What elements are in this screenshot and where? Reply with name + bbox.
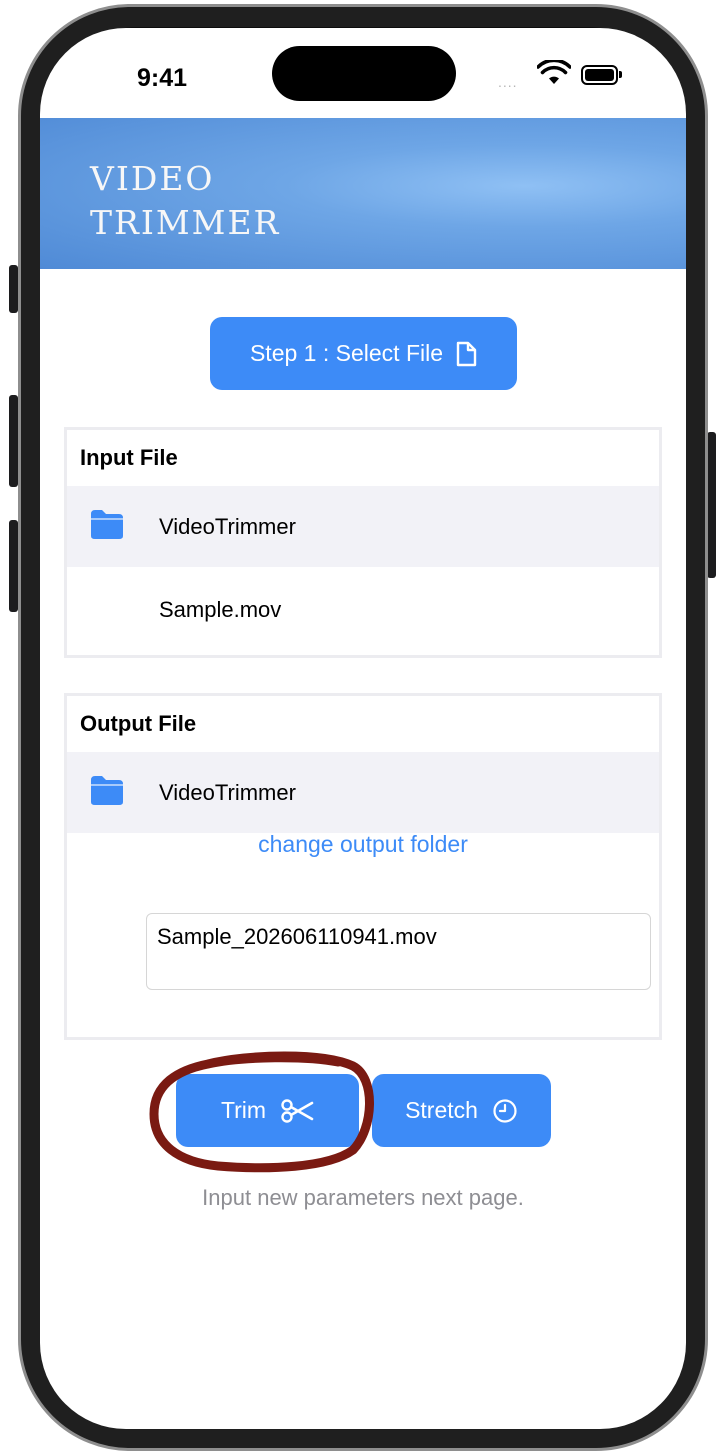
app-banner: Video Trimmer <box>40 118 686 269</box>
document-icon <box>455 341 477 367</box>
logo-line-2: Trimmer <box>90 203 281 242</box>
stretch-label: Stretch <box>405 1097 478 1123</box>
input-file-row: Sample.mov <box>67 567 659 652</box>
output-file-section: Output File VideoTrimmer change output f… <box>64 693 662 1040</box>
volume-down-button <box>9 520 18 612</box>
action-button <box>9 265 18 313</box>
trim-button[interactable]: Trim <box>176 1074 359 1147</box>
select-file-button[interactable]: Step 1 : Select File <box>210 317 517 390</box>
input-file-section: Input File VideoTrimmer Sample.mov <box>64 427 662 658</box>
power-button <box>707 432 716 578</box>
select-file-label: Step 1 : Select File <box>249 340 444 366</box>
clock-icon <box>492 1098 518 1124</box>
trim-label: Trim <box>220 1097 267 1123</box>
dynamic-island <box>272 46 456 101</box>
output-folder-name: VideoTrimmer <box>159 779 296 805</box>
input-folder-row[interactable]: VideoTrimmer <box>67 486 659 567</box>
stretch-button[interactable]: Stretch <box>372 1074 551 1147</box>
scissors-icon <box>280 1098 314 1124</box>
hint-text: Input new parameters next page. <box>202 1185 524 1210</box>
status-bar: 9:41 .... <box>40 28 686 118</box>
output-filename-field[interactable]: Sample_202606110941.mov <box>146 913 651 990</box>
output-folder-row[interactable]: VideoTrimmer <box>67 752 659 833</box>
input-file-name: Sample.mov <box>159 596 282 622</box>
cellular-signal-icon: .... <box>498 74 518 90</box>
battery-icon <box>581 65 622 85</box>
output-file-title: Output File <box>80 711 197 736</box>
input-folder-name: VideoTrimmer <box>159 513 296 539</box>
folder-icon <box>89 508 125 545</box>
logo-line-1: Video <box>90 159 215 198</box>
input-file-title: Input File <box>80 445 178 470</box>
wifi-icon <box>536 58 572 91</box>
status-time: 9:41 <box>137 64 188 92</box>
volume-up-button <box>9 395 18 487</box>
app-screen: 9:41 .... Video Trimmer Step 1 : Select … <box>40 28 686 1429</box>
app-logo: Video Trimmer <box>90 160 280 242</box>
change-output-folder-link[interactable]: change output folder <box>67 831 659 858</box>
folder-icon <box>89 774 125 811</box>
